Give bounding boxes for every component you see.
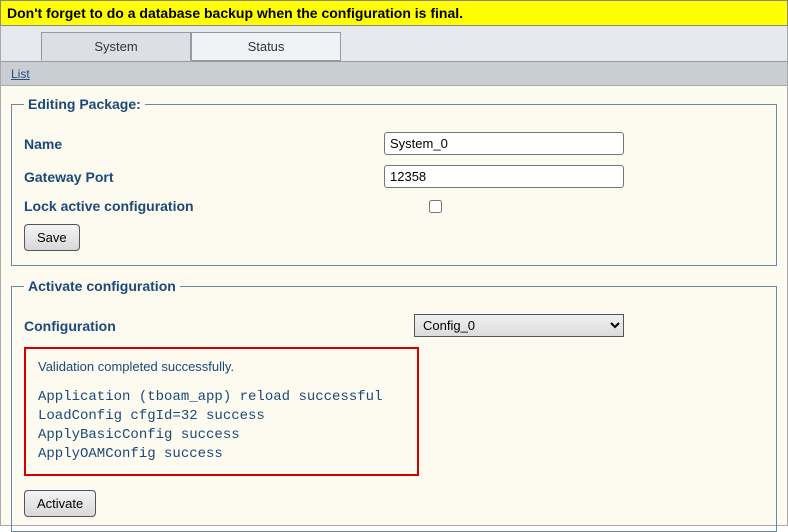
save-button-label: Save xyxy=(37,230,67,245)
editing-package-legend: Editing Package: xyxy=(24,96,145,112)
activate-config-fieldset: Activate configuration Configuration Con… xyxy=(11,278,777,532)
list-link[interactable]: List xyxy=(11,67,30,81)
activate-button-label: Activate xyxy=(37,496,83,511)
tabbar: System Status xyxy=(1,26,787,61)
tab-system-label: System xyxy=(94,39,137,54)
tab-status[interactable]: Status xyxy=(191,32,341,61)
save-button[interactable]: Save xyxy=(24,224,80,251)
row-lock: Lock active configuration xyxy=(24,198,764,214)
configuration-label: Configuration xyxy=(24,318,414,334)
gateway-label: Gateway Port xyxy=(24,169,384,185)
tab-container: System Status List xyxy=(0,26,788,86)
warning-banner-text: Don't forget to do a database backup whe… xyxy=(7,5,463,21)
activate-config-legend: Activate configuration xyxy=(24,278,180,294)
row-configuration: Configuration Config_0 xyxy=(24,314,764,337)
sub-nav: List xyxy=(1,61,787,85)
validation-log-body: Application (tboam_app) reload successfu… xyxy=(38,388,405,464)
editing-package-fieldset: Editing Package: Name Gateway Port Lock … xyxy=(11,96,777,266)
name-input[interactable] xyxy=(384,132,624,155)
lock-label: Lock active configuration xyxy=(24,198,384,214)
configuration-select[interactable]: Config_0 xyxy=(414,314,624,337)
tab-status-label: Status xyxy=(248,39,285,54)
warning-banner: Don't forget to do a database backup whe… xyxy=(0,0,788,26)
name-label: Name xyxy=(24,136,384,152)
tab-system[interactable]: System xyxy=(41,32,191,61)
lock-checkbox[interactable] xyxy=(429,200,442,213)
validation-log-head: Validation completed successfully. xyxy=(38,359,405,374)
row-gateway: Gateway Port xyxy=(24,165,764,188)
gateway-input[interactable] xyxy=(384,165,624,188)
content-area: Editing Package: Name Gateway Port Lock … xyxy=(0,86,788,526)
activate-button[interactable]: Activate xyxy=(24,490,96,517)
row-name: Name xyxy=(24,132,764,155)
validation-log: Validation completed successfully. Appli… xyxy=(24,347,419,476)
